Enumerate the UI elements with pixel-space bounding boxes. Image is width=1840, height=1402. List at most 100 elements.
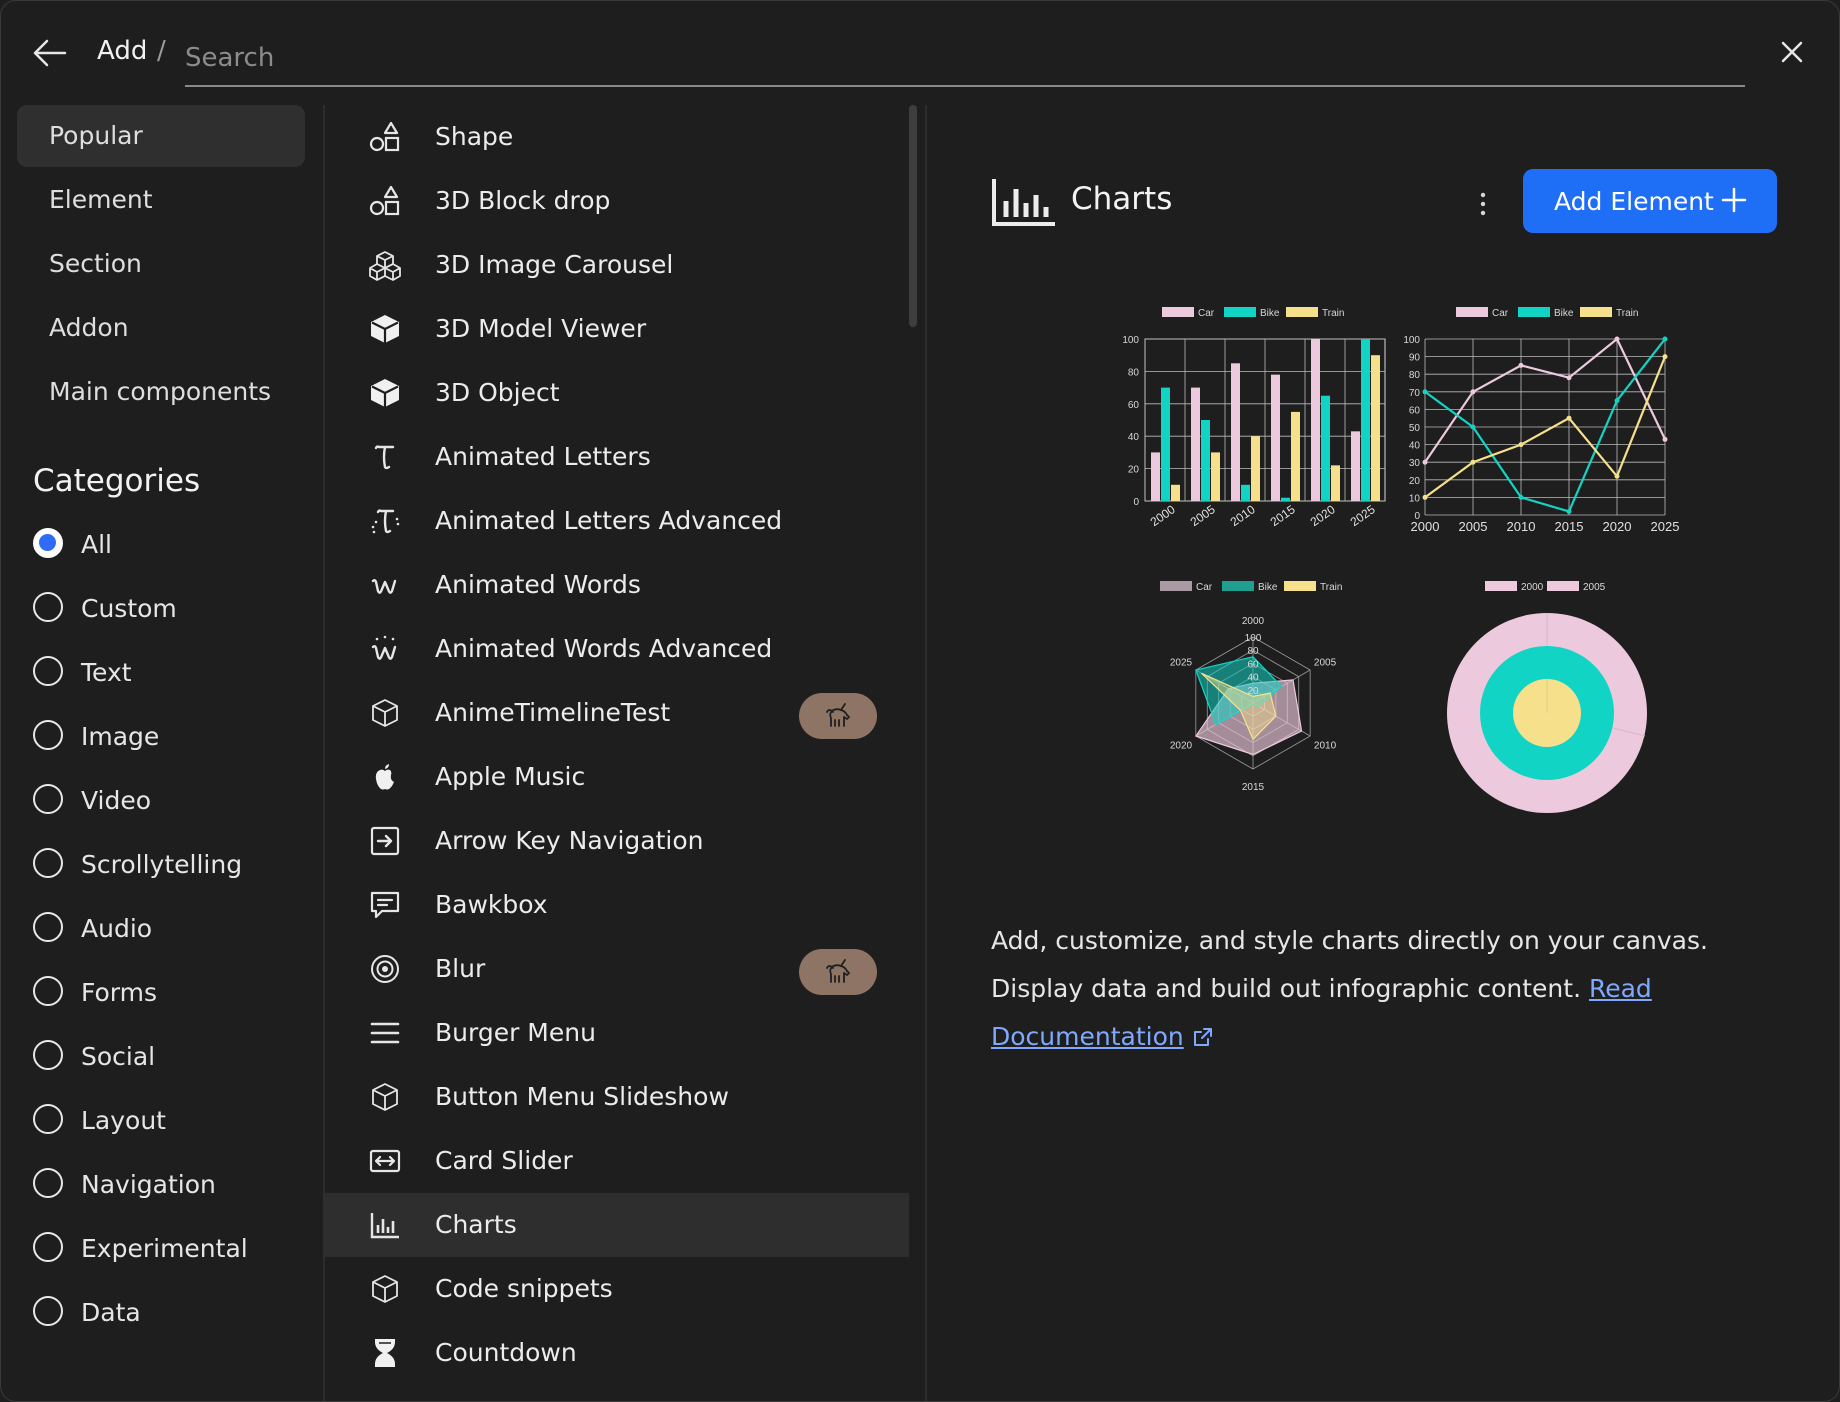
- arrow-box-icon: [370, 826, 400, 856]
- radio-icon[interactable]: [33, 1040, 63, 1070]
- sidebar-item-section[interactable]: Section: [17, 233, 305, 295]
- radio-icon[interactable]: [33, 1296, 63, 1326]
- list-item-animated-letters-advanced[interactable]: Animated Letters Advanced: [323, 489, 909, 553]
- cube-outline-icon: [372, 699, 398, 727]
- legend-label: Car: [1492, 308, 1509, 319]
- cube-solid-icon: [371, 379, 399, 407]
- unicorn-icon: [826, 959, 850, 983]
- legend-swatch: [1162, 307, 1194, 317]
- legend-swatch: [1286, 307, 1318, 317]
- radio-icon[interactable]: [33, 912, 63, 942]
- sidebar: Popular Element Section Addon Main compo…: [1, 105, 325, 1401]
- data-point: [1518, 362, 1524, 368]
- list-item-3d-block-drop[interactable]: 3D Block drop: [323, 169, 909, 233]
- category-label: All: [81, 530, 112, 559]
- sidebar-item-popular[interactable]: Popular: [17, 105, 305, 167]
- list-scrollbar[interactable]: [909, 105, 917, 327]
- detail-panel: Charts Add Element Car Bike Train 0 20 40 60 80…: [925, 105, 1839, 1401]
- radar-axis-label: 2010: [1314, 741, 1337, 752]
- list-item-animated-words-advanced[interactable]: Animated Words Advanced: [323, 617, 909, 681]
- list-item-3d-image-carousel[interactable]: 3D Image Carousel: [323, 233, 909, 297]
- more-options-icon[interactable]: [1471, 189, 1495, 219]
- sidebar-item-main-components[interactable]: Main components: [17, 361, 305, 423]
- legend-label: 2000: [1521, 582, 1544, 593]
- y-tick-label: 40: [1409, 441, 1421, 452]
- category-label: Custom: [81, 594, 177, 623]
- list-item-label: Shape: [435, 122, 514, 151]
- list-item-label: 3D Image Carousel: [435, 250, 674, 279]
- radio-icon[interactable]: [33, 848, 63, 878]
- radio-icon[interactable]: [33, 720, 63, 750]
- list-item-apple-music[interactable]: Apple Music: [323, 745, 909, 809]
- bar: [1371, 355, 1380, 501]
- doughnut-chart-svg: 2000 2005: [1447, 581, 1647, 813]
- list-item-label: Blur: [435, 954, 486, 983]
- legend-swatch: [1284, 581, 1316, 591]
- radio-icon[interactable]: [33, 656, 63, 686]
- list-item-animated-letters[interactable]: Animated Letters: [323, 425, 909, 489]
- list-item-button-menu-slideshow[interactable]: Button Menu Slideshow: [323, 1065, 909, 1129]
- list-item-burger-menu[interactable]: Burger Menu: [323, 1001, 909, 1065]
- list-item-label: Button Menu Slideshow: [435, 1082, 729, 1111]
- radio-icon[interactable]: [33, 784, 63, 814]
- list-item-arrow-key-navigation[interactable]: Arrow Key Navigation: [323, 809, 909, 873]
- list-item-label: Code snippets: [435, 1274, 613, 1303]
- list-item-animetimelinetest[interactable]: AnimeTimelineTest: [323, 681, 909, 745]
- bar: [1331, 465, 1340, 501]
- bar: [1281, 497, 1290, 501]
- radar-tick-label: 80: [1247, 646, 1259, 657]
- list-item-animated-words[interactable]: Animated Words: [323, 553, 909, 617]
- bar: [1191, 387, 1200, 501]
- x-tick-label: 2000: [1411, 519, 1440, 533]
- legend-label: 2005: [1583, 582, 1606, 593]
- data-point: [1614, 473, 1620, 479]
- y-tick-label: 20: [1409, 476, 1421, 487]
- y-tick-label: 90: [1409, 353, 1421, 364]
- list-item-shape[interactable]: Shape: [323, 105, 909, 169]
- text-t-icon: [374, 445, 395, 470]
- breadcrumb-add[interactable]: Add: [97, 36, 147, 66]
- add-element-label: Add Element: [1554, 186, 1714, 216]
- radio-icon[interactable]: [33, 1168, 63, 1198]
- list-item-bawkbox[interactable]: Bawkbox: [323, 873, 909, 937]
- bar: [1361, 339, 1370, 501]
- legend-swatch: [1518, 307, 1550, 317]
- list-item-charts[interactable]: Charts: [323, 1193, 909, 1257]
- bar-chart-icon: [992, 179, 1055, 226]
- data-point: [1662, 336, 1668, 342]
- text-t-sparkle-icon: [371, 509, 400, 534]
- list-item-blur[interactable]: Blur: [323, 937, 909, 1001]
- add-element-button[interactable]: Add Element: [1523, 169, 1777, 233]
- radar-axis-label: 2005: [1314, 657, 1337, 668]
- external-link-icon[interactable]: [1192, 1026, 1214, 1048]
- list-item-countdown[interactable]: Countdown: [323, 1321, 909, 1385]
- list-item-label: 3D Block drop: [435, 186, 611, 215]
- close-icon[interactable]: [1777, 37, 1807, 67]
- data-point: [1662, 436, 1668, 442]
- dialog-header: Add /: [1, 1, 1839, 105]
- sidebar-item-addon[interactable]: Addon: [17, 297, 305, 359]
- radio-selected-icon[interactable]: [33, 528, 63, 558]
- x-tick-label: 2010: [1507, 519, 1536, 533]
- hamburger-icon: [370, 1022, 400, 1044]
- radio-icon[interactable]: [33, 1104, 63, 1134]
- sidebar-item-element[interactable]: Element: [17, 169, 305, 231]
- category-label: Experimental: [81, 1234, 248, 1263]
- radar-tick-label: 100: [1245, 633, 1262, 644]
- data-point: [1470, 389, 1476, 395]
- list-item-3d-model-viewer[interactable]: 3D Model Viewer: [323, 297, 909, 361]
- list-item-code-snippets[interactable]: Code snippets: [323, 1257, 909, 1321]
- radio-icon[interactable]: [33, 1232, 63, 1262]
- y-tick-label: 10: [1409, 493, 1421, 504]
- shapes-icon: [369, 121, 400, 152]
- bar: [1321, 395, 1330, 501]
- add-element-dialog: Add / Popular Element Section Addon Main…: [0, 0, 1840, 1402]
- list-item-card-slider[interactable]: Card Slider: [323, 1129, 909, 1193]
- radio-icon[interactable]: [33, 976, 63, 1006]
- cube-solid-icon: [371, 315, 399, 343]
- radio-icon[interactable]: [33, 592, 63, 622]
- list-item-3d-object[interactable]: 3D Object: [323, 361, 909, 425]
- back-arrow-icon[interactable]: [31, 37, 67, 69]
- search-input[interactable]: [185, 31, 1745, 87]
- bar: [1241, 484, 1250, 501]
